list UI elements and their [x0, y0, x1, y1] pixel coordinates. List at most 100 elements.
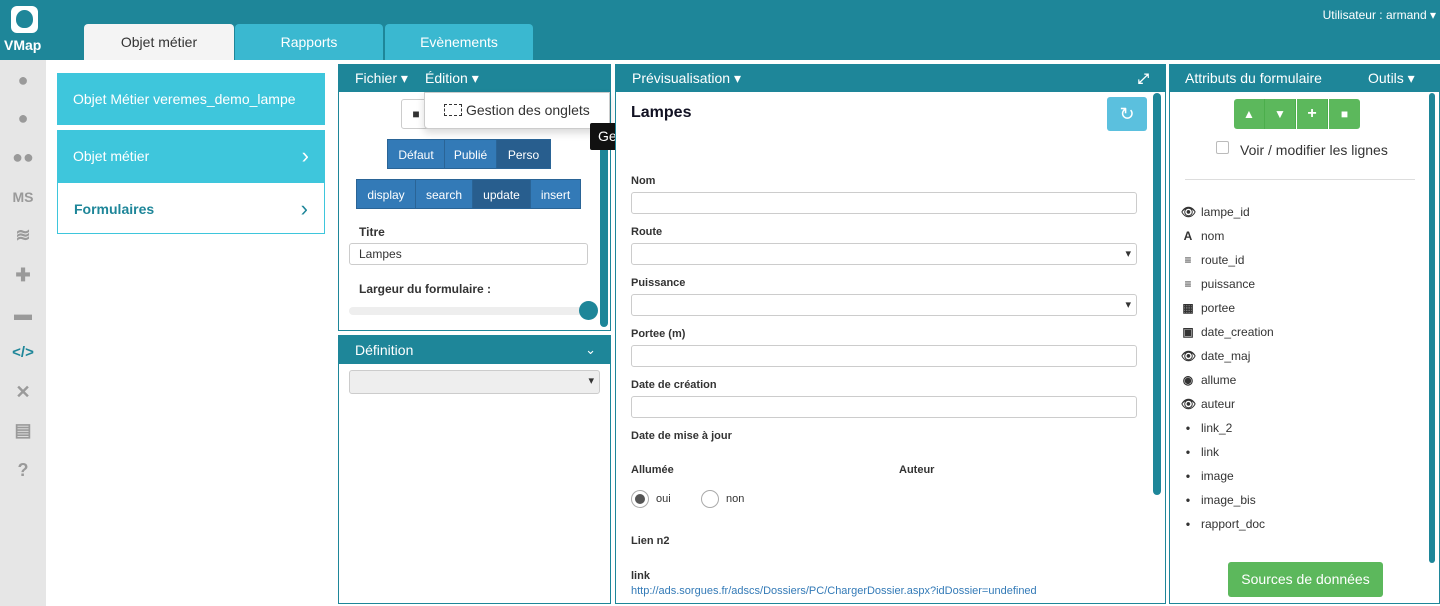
user-icon[interactable]: ●: [8, 105, 38, 131]
attribute-item[interactable]: • image_bis: [1181, 488, 1256, 512]
route-label: Route: [631, 226, 663, 238]
ms-icon[interactable]: MS: [8, 184, 38, 210]
largeur-slider[interactable]: [349, 307, 588, 315]
sources-button[interactable]: Sources de données: [1228, 562, 1383, 597]
radio-non[interactable]: [701, 490, 719, 508]
chevron-down-icon[interactable]: ⌄: [585, 336, 596, 364]
attribute-type-icon: •: [1185, 517, 1191, 531]
largeur-label: Largeur du formulaire :: [359, 282, 492, 296]
attribute-item[interactable]: • rapport_doc: [1181, 512, 1265, 536]
attribute-item[interactable]: ▣ date_creation: [1181, 320, 1274, 344]
route-select[interactable]: [631, 243, 1137, 265]
mode-published-button[interactable]: Publié: [444, 139, 497, 169]
chevron-right-icon: ›: [301, 143, 309, 168]
globe-icon[interactable]: ●: [8, 67, 38, 93]
nom-input[interactable]: [631, 192, 1137, 214]
attribute-name: lampe_id: [1201, 205, 1250, 219]
voir-checkbox[interactable]: [1216, 141, 1229, 154]
dropdown-item-label: Gestion des onglets: [466, 102, 590, 118]
user-menu[interactable]: Utilisateur : armand ▾: [1323, 8, 1436, 22]
move-down-icon[interactable]: ▼: [1265, 99, 1296, 129]
tools-icon[interactable]: ✕: [8, 379, 38, 405]
form-update-button[interactable]: update: [472, 179, 531, 209]
portee-label: Portee (m): [631, 328, 686, 340]
preview-header: Prévisualisation ▾ ⤢: [616, 65, 1165, 92]
menu-formulaires[interactable]: Formulaires ›: [57, 182, 325, 234]
attribute-name: auteur: [1201, 397, 1236, 411]
fullscreen-icon[interactable]: ⤢: [1138, 65, 1149, 92]
slider-handle[interactable]: [579, 301, 598, 320]
dropdown-gestion-onglets[interactable]: Gestion des onglets: [444, 102, 590, 118]
preview-panel: Prévisualisation ▾ ⤢ Lampes ↻ Nom Route …: [615, 64, 1166, 604]
attributes-scrollbar[interactable]: [1429, 93, 1435, 563]
titre-input[interactable]: Lampes: [349, 243, 588, 265]
users-icon[interactable]: ●●: [8, 144, 38, 170]
attribute-type-icon: ▦: [1182, 301, 1194, 315]
attribute-item[interactable]: 👁 auteur: [1181, 392, 1235, 416]
preview-title: Lampes: [631, 104, 692, 121]
radio-oui[interactable]: [631, 490, 649, 508]
code-icon[interactable]: </>: [8, 340, 38, 366]
help-icon[interactable]: ?: [8, 457, 38, 483]
edition-menu[interactable]: Édition ▾: [425, 65, 479, 92]
tab-evenements[interactable]: Evènements: [385, 24, 533, 60]
attribute-item[interactable]: ◉ allume: [1181, 368, 1237, 392]
attribute-name: link: [1201, 445, 1220, 459]
attribute-name: allume: [1201, 373, 1237, 387]
menu-objet-metier[interactable]: Objet métier ›: [57, 130, 325, 182]
definition-header[interactable]: Définition ⌄: [339, 336, 610, 364]
attribute-item[interactable]: • image: [1181, 464, 1234, 488]
tab-rapports[interactable]: Rapports: [235, 24, 383, 60]
attribute-item[interactable]: 👁 lampe_id: [1181, 200, 1250, 224]
menu-objet-metier-label: Objet métier: [73, 148, 150, 164]
document-icon[interactable]: ▤: [8, 417, 38, 443]
layers-icon[interactable]: ≋: [8, 222, 38, 248]
attribute-type-icon: 👁: [1181, 205, 1197, 219]
attribute-item[interactable]: • link_2: [1181, 416, 1232, 440]
form-search-button[interactable]: search: [415, 179, 473, 209]
outils-menu[interactable]: Outils ▾: [1368, 65, 1415, 92]
date-creation-input[interactable]: [631, 396, 1137, 418]
attribute-type-icon: •: [1185, 493, 1191, 507]
trash-icon[interactable]: ■: [1329, 99, 1360, 129]
attribute-item[interactable]: Anom: [1181, 224, 1225, 248]
mode-perso-button[interactable]: Perso: [496, 139, 551, 169]
add-icon[interactable]: +: [1297, 99, 1328, 129]
definition-panel: Définition ⌄: [338, 335, 611, 604]
attribute-item[interactable]: ≡ route_id: [1181, 248, 1244, 272]
attribute-name: nom: [1201, 229, 1225, 243]
fichier-menu[interactable]: Fichier ▾: [355, 65, 408, 92]
link-url[interactable]: http://ads.sorgues.fr/adscs/Dossiers/PC/…: [631, 585, 1037, 597]
attribute-item[interactable]: • link: [1181, 440, 1219, 464]
attribute-name: date_creation: [1201, 325, 1274, 339]
puissance-select[interactable]: [631, 294, 1137, 316]
vmap-logo[interactable]: VMap: [0, 0, 46, 60]
business-object-title: Objet Métier veremes_demo_lampe: [57, 73, 325, 125]
mode-default-button[interactable]: Défaut: [387, 139, 445, 169]
attribute-type-icon: 👁: [1181, 397, 1197, 411]
non-label: non: [726, 493, 745, 505]
form-insert-button[interactable]: insert: [530, 179, 581, 209]
move-up-icon[interactable]: ▲: [1234, 99, 1265, 129]
attribute-type-icon: ≡: [1184, 277, 1192, 291]
form-display-button[interactable]: display: [356, 179, 416, 209]
puzzle-icon[interactable]: ✚: [8, 262, 38, 288]
titre-label: Titre: [359, 225, 385, 239]
attribute-item[interactable]: ▦ portee: [1181, 296, 1235, 320]
attribute-item[interactable]: ≡ puissance: [1181, 272, 1255, 296]
printer-icon[interactable]: ▬: [8, 301, 38, 327]
app-name: VMap: [4, 37, 42, 53]
preview-menu[interactable]: Prévisualisation ▾: [632, 65, 741, 92]
portee-input[interactable]: [631, 345, 1137, 367]
definition-select[interactable]: [349, 370, 600, 394]
attribute-type-icon: A: [1183, 229, 1193, 243]
attribute-item[interactable]: 👁 date_maj: [1181, 344, 1250, 368]
attribute-type-icon: •: [1185, 421, 1191, 435]
refresh-icon[interactable]: ↻: [1107, 97, 1147, 131]
attribute-name: link_2: [1201, 421, 1233, 435]
attribute-name: rapport_doc: [1201, 517, 1266, 531]
preview-scrollbar[interactable]: [1153, 93, 1161, 495]
puissance-label: Puissance: [631, 277, 686, 289]
tab-objet-metier[interactable]: Objet métier: [84, 24, 234, 60]
attributes-title: Attributs du formulaire: [1185, 70, 1322, 86]
